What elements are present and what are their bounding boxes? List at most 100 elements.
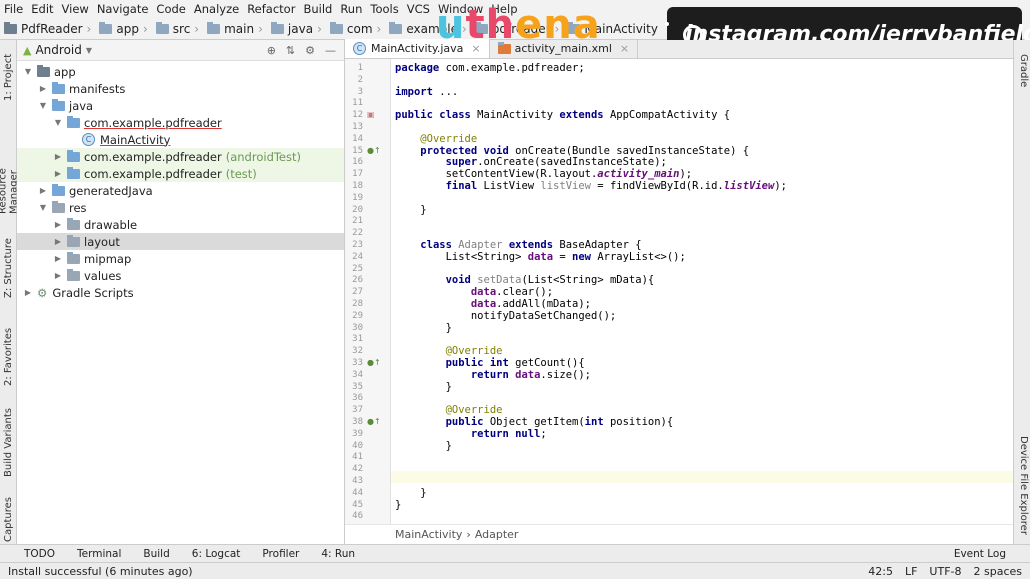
- override-icon[interactable]: ●↑: [367, 358, 381, 367]
- tool-tab-resource-manager[interactable]: Resource Manager: [0, 122, 20, 214]
- code-line[interactable]: @Override: [395, 345, 503, 357]
- code-line[interactable]: }: [395, 499, 401, 511]
- code-line[interactable]: return data.size();: [395, 369, 591, 381]
- code-line[interactable]: public Object getItem(int position){: [395, 416, 674, 428]
- menu-code[interactable]: Code: [156, 2, 185, 16]
- chevron-right-icon[interactable]: ▶: [53, 169, 63, 178]
- code-line[interactable]: setContentView(R.layout.activity_main);: [395, 168, 693, 180]
- menu-file[interactable]: File: [4, 2, 23, 16]
- tree-item[interactable]: ▶ drawable: [17, 216, 344, 233]
- chevron-right-icon[interactable]: ▶: [38, 84, 48, 93]
- tree-item[interactable]: ▶ generatedJava: [17, 182, 344, 199]
- code-line[interactable]: void setData(List<String> mData){: [395, 274, 655, 286]
- menu-edit[interactable]: Edit: [31, 2, 53, 16]
- breadcrumb-item[interactable]: java ›: [270, 21, 326, 36]
- tool-tab-build-variants[interactable]: Build Variants: [1, 406, 16, 480]
- chevron-right-icon[interactable]: ▶: [53, 271, 63, 280]
- collapse-icon[interactable]: ⇅: [286, 44, 295, 57]
- bottom-tab[interactable]: TODO: [24, 548, 55, 560]
- tree-item[interactable]: ▶ manifests: [17, 80, 344, 97]
- code-breadcrumb-item[interactable]: MainActivity: [395, 528, 462, 541]
- tool-tab-gradle[interactable]: Gradle: [1014, 54, 1029, 98]
- chevron-right-icon[interactable]: ▶: [38, 186, 48, 195]
- code-line[interactable]: import ...: [395, 86, 458, 98]
- code-line[interactable]: }: [395, 487, 426, 499]
- code-line[interactable]: package com.example.pdfreader;: [395, 62, 585, 74]
- tool-tab-captures[interactable]: Captures: [1, 496, 16, 544]
- target-icon[interactable]: ⊕: [267, 44, 276, 57]
- indent-setting[interactable]: 2 spaces: [974, 565, 1023, 578]
- file-encoding[interactable]: UTF-8: [929, 565, 961, 578]
- code-line[interactable]: }: [395, 322, 452, 334]
- event-log-tab[interactable]: Event Log: [954, 548, 1006, 560]
- tree-item[interactable]: ▶ ⚙ Gradle Scripts: [17, 284, 344, 301]
- code-line[interactable]: }: [395, 440, 452, 452]
- breadcrumb-item[interactable]: app ›: [99, 21, 151, 36]
- tree-item[interactable]: ▼ java: [17, 97, 344, 114]
- line-separator[interactable]: LF: [905, 565, 917, 578]
- override-icon[interactable]: ●↑: [367, 417, 381, 426]
- chevron-right-icon[interactable]: ▶: [53, 237, 63, 246]
- bottom-tab[interactable]: 4: Run: [321, 548, 355, 560]
- menu-build[interactable]: Build: [303, 2, 332, 16]
- tree-item[interactable]: ▶ com.example.pdfreader (test): [17, 165, 344, 182]
- code-line[interactable]: class Adapter extends BaseAdapter {: [395, 239, 641, 251]
- code-line[interactable]: }: [395, 381, 452, 393]
- editor-tab[interactable]: activity_main.xml ×: [490, 39, 639, 58]
- bottom-tab[interactable]: Terminal: [77, 548, 121, 560]
- close-icon[interactable]: ×: [471, 42, 480, 55]
- menu-navigate[interactable]: Navigate: [97, 2, 149, 16]
- menu-refactor[interactable]: Refactor: [247, 2, 295, 16]
- menu-vcs[interactable]: VCS: [407, 2, 430, 16]
- tree-item[interactable]: ▼ com.example.pdfreader: [17, 114, 344, 131]
- code-area[interactable]: package com.example.pdfreader; import ...…: [391, 59, 1013, 524]
- code-line[interactable]: data.clear();: [395, 286, 553, 298]
- gear-icon[interactable]: ⚙: [305, 44, 315, 57]
- tree-item[interactable]: C MainActivity: [17, 131, 344, 148]
- code-line[interactable]: final ListView listView = findViewById(R…: [395, 180, 787, 192]
- bottom-tab[interactable]: Build: [143, 548, 169, 560]
- chevron-down-icon[interactable]: ▼: [86, 46, 92, 55]
- menu-tools[interactable]: Tools: [370, 2, 398, 16]
- breadcrumb-item[interactable]: com ›: [329, 21, 385, 36]
- editor-tab[interactable]: C MainActivity.java ×: [345, 39, 490, 58]
- chevron-right-icon[interactable]: ▶: [53, 220, 63, 229]
- chevron-down-icon[interactable]: ▼: [23, 67, 33, 76]
- code-line[interactable]: public class MainActivity extends AppCom…: [395, 109, 730, 121]
- chevron-right-icon[interactable]: ▶: [53, 152, 63, 161]
- tree-item[interactable]: ▶ mipmap: [17, 250, 344, 267]
- tree-item[interactable]: ▼ app: [17, 63, 344, 80]
- code-breadcrumb-item[interactable]: Adapter: [475, 528, 519, 541]
- tree-item[interactable]: ▶ values: [17, 267, 344, 284]
- code-line[interactable]: protected void onCreate(Bundle savedInst…: [395, 145, 749, 157]
- tool-tab-structure[interactable]: Z: Structure: [1, 236, 16, 300]
- code-line[interactable]: }: [395, 204, 426, 216]
- tool-tab-favorites[interactable]: 2: Favorites: [1, 322, 16, 392]
- tree-item[interactable]: ▶ com.example.pdfreader (androidTest): [17, 148, 344, 165]
- tool-tab-device-file-explorer[interactable]: Device File Explorer: [1014, 436, 1029, 540]
- chevron-right-icon[interactable]: ▶: [53, 254, 63, 263]
- code-line[interactable]: List<String> data = new ArrayList<>();: [395, 251, 686, 263]
- menu-view[interactable]: View: [62, 2, 89, 16]
- code-line[interactable]: data.addAll(mData);: [395, 298, 591, 310]
- tree-item[interactable]: ▶ layout: [17, 233, 344, 250]
- breadcrumb-item[interactable]: src ›: [155, 21, 203, 36]
- breadcrumb-item[interactable]: PdfReader ›: [4, 21, 95, 36]
- code-line[interactable]: notifyDataSetChanged();: [395, 310, 616, 322]
- code-line[interactable]: super.onCreate(savedInstanceState);: [395, 156, 667, 168]
- close-icon[interactable]: ×: [620, 42, 629, 55]
- code-line[interactable]: @Override: [395, 404, 503, 416]
- project-view-select[interactable]: Android: [35, 43, 81, 57]
- code-line[interactable]: @Override: [395, 133, 477, 145]
- bottom-tab[interactable]: Profiler: [262, 548, 299, 560]
- override-icon[interactable]: ●↑: [367, 146, 381, 155]
- tool-tab-project[interactable]: 1: Project: [1, 46, 16, 108]
- chevron-down-icon[interactable]: ▼: [53, 118, 63, 127]
- chevron-down-icon[interactable]: ▼: [38, 203, 48, 212]
- hide-icon[interactable]: —: [325, 44, 336, 57]
- code-line[interactable]: public int getCount(){: [395, 357, 585, 369]
- chevron-right-icon[interactable]: ▶: [23, 288, 33, 297]
- bottom-tab[interactable]: 6: Logcat: [192, 548, 241, 560]
- code-line[interactable]: return null;: [395, 428, 547, 440]
- tree-item[interactable]: ▼ res: [17, 199, 344, 216]
